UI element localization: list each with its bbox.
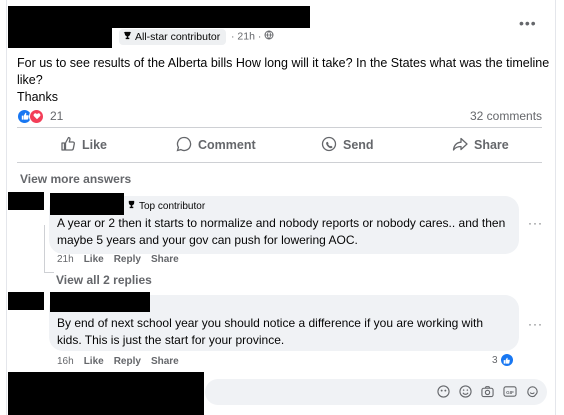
post-meta: · 21h · (231, 30, 274, 43)
love-reaction-icon (29, 108, 44, 124)
thread-connector (44, 272, 54, 273)
comment-more-options-button[interactable]: ··· (528, 216, 543, 230)
post-line: Thanks (17, 90, 58, 104)
redacted-author-name (8, 6, 310, 28)
comment-line: A year or 2 then it starts to normalize … (57, 216, 506, 230)
globe-icon (264, 30, 274, 43)
comment-more-options-button[interactable]: ··· (528, 317, 543, 331)
send-label: Send (343, 138, 374, 152)
redacted-avatar (8, 292, 44, 310)
comment-count[interactable]: 32 comments (470, 109, 542, 123)
like-reaction-icon (499, 353, 514, 367)
comment-reply-button[interactable]: Reply (114, 356, 141, 367)
like-icon (60, 136, 76, 155)
comment-like-button[interactable]: Like (84, 254, 104, 265)
redacted-author-name-2 (8, 28, 112, 48)
share-icon (452, 136, 468, 155)
camera-icon[interactable] (481, 385, 494, 401)
comment-line: By end of next school year you should no… (57, 316, 484, 330)
send-button[interactable]: Send (321, 136, 374, 154)
comment-reactions[interactable]: 3 (492, 353, 514, 367)
share-button[interactable]: Share (452, 136, 509, 154)
divider-bottom (17, 162, 542, 163)
comment-share-button[interactable]: Share (151, 254, 179, 265)
post-time[interactable]: 21h (237, 30, 255, 42)
all-star-badge[interactable]: All-star contributor (119, 29, 227, 45)
comment-meta: 21h Like Reply Share (57, 254, 179, 265)
avatar-sticker-icon[interactable] (437, 385, 450, 401)
divider-top (17, 127, 542, 128)
comment-reaction-count: 3 (492, 354, 498, 366)
thread-line (44, 225, 45, 273)
reaction-count[interactable]: 21 (50, 109, 63, 123)
comment-share-button[interactable]: Share (151, 356, 179, 367)
comment-time[interactable]: 16h (57, 356, 74, 367)
svg-text:GIF: GIF (506, 390, 514, 395)
comment-time[interactable]: 21h (57, 254, 74, 265)
sticker-icon[interactable] (526, 385, 539, 401)
comment-meta: 16h Like Reply Share (57, 356, 179, 367)
trophy-icon (123, 29, 132, 45)
view-more-answers-link[interactable]: View more answers (20, 172, 131, 186)
comment-label: Comment (198, 138, 256, 152)
post-line: For us to see results of the Alberta bil… (17, 56, 550, 70)
gif-icon[interactable]: GIF (503, 385, 517, 401)
post-more-options-button[interactable]: ••• (519, 15, 537, 31)
redacted-commenter-name-overlay (50, 193, 124, 215)
top-contributor-badge[interactable]: Top contributor (127, 200, 205, 212)
post-body: For us to see results of the Alberta bil… (17, 55, 550, 106)
redacted-commenter-name (50, 292, 150, 312)
post-line: like? (17, 73, 43, 87)
view-all-replies-link[interactable]: View all 2 replies (56, 273, 152, 287)
like-label: Like (82, 138, 108, 152)
emoji-icon[interactable] (459, 385, 472, 401)
redacted-composer-avatar (8, 372, 204, 415)
like-button[interactable]: Like (60, 136, 107, 154)
composer-icons: GIF (437, 385, 539, 401)
comment-icon (176, 136, 192, 155)
reaction-summary[interactable] (17, 108, 44, 124)
comment-line: kids. This is just the start for your pr… (57, 333, 285, 347)
trophy-icon (127, 200, 136, 212)
comment-like-button[interactable]: Like (84, 356, 104, 367)
comment-button[interactable]: Comment (176, 136, 256, 154)
reply-input[interactable]: GIF (205, 379, 547, 405)
send-icon (321, 136, 337, 155)
comment-line: maybe 5 years and your gov can push for … (57, 233, 358, 247)
comment-reply-button[interactable]: Reply (114, 254, 141, 265)
share-label: Share (474, 138, 509, 152)
badge-label: All-star contributor (135, 31, 221, 43)
redacted-avatar (8, 192, 44, 210)
badge-label: Top contributor (139, 200, 206, 212)
